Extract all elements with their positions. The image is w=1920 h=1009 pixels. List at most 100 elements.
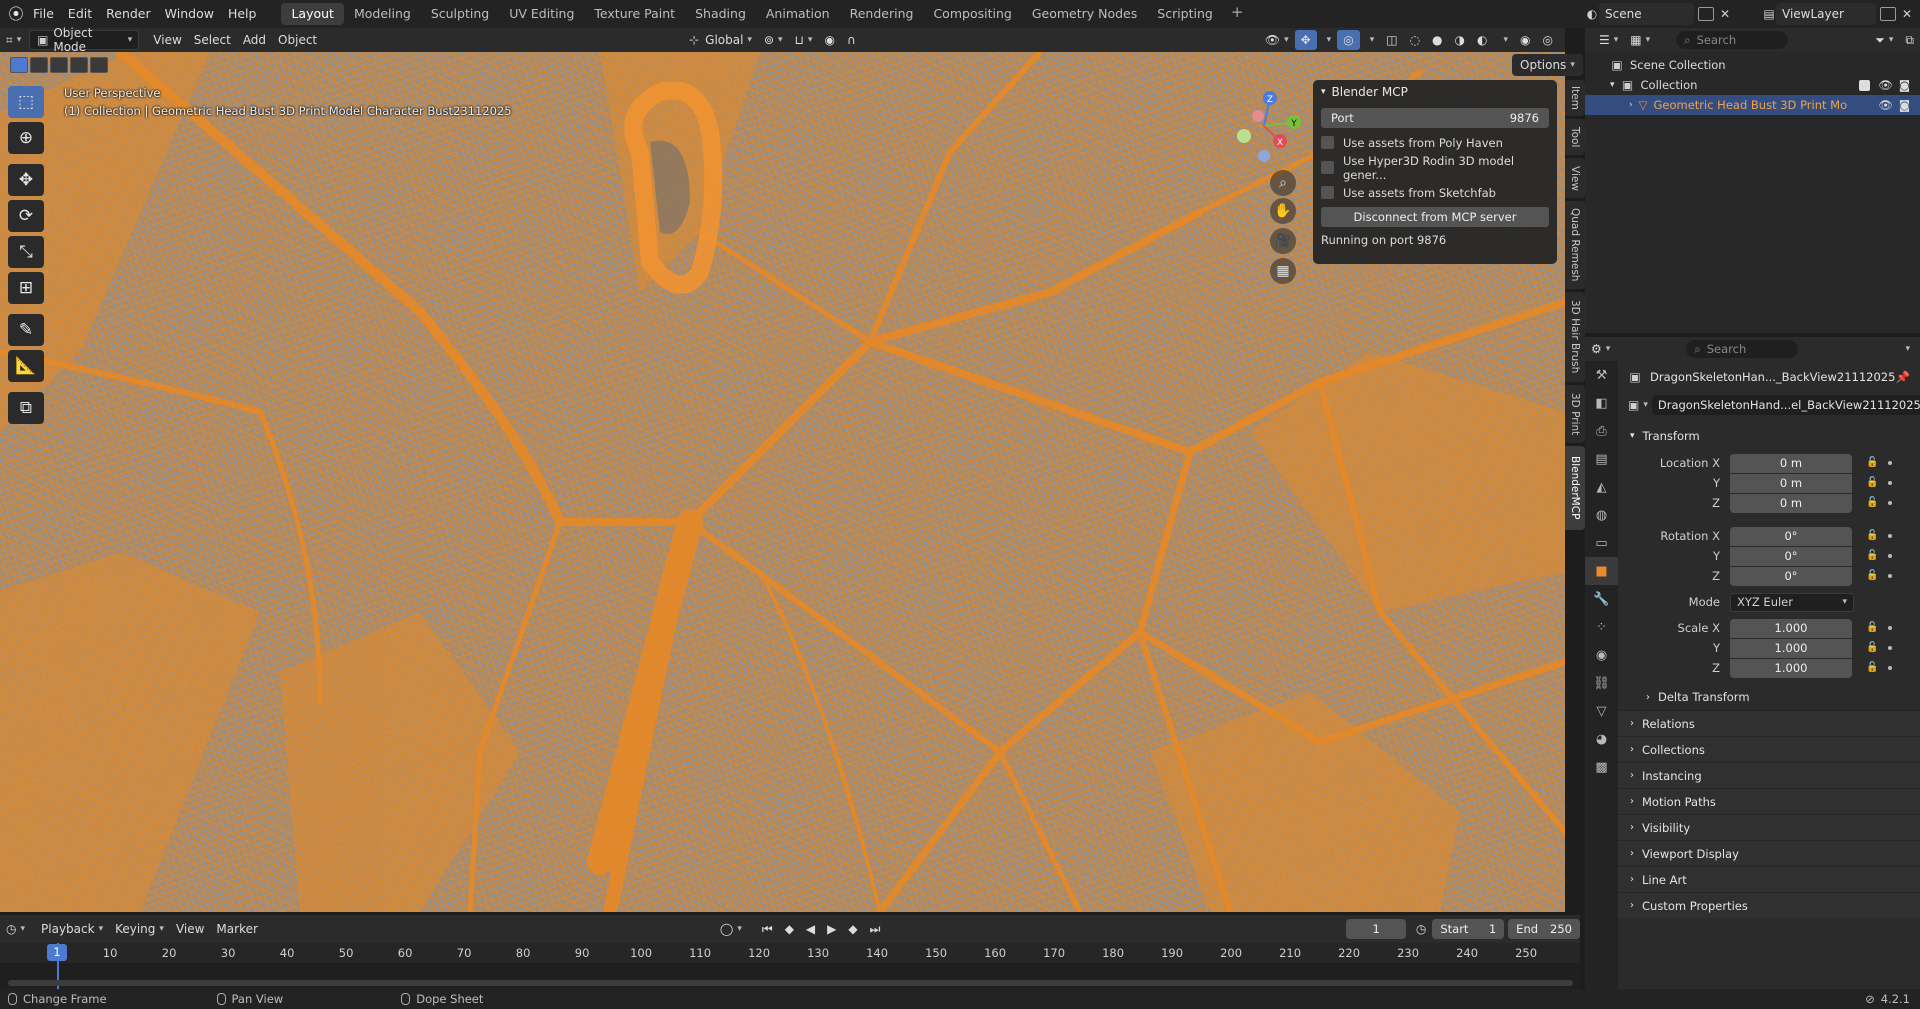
frame-tick-220[interactable]: 220: [1338, 946, 1360, 960]
play-icon[interactable]: ▶: [821, 919, 842, 939]
section-relations[interactable]: › Relations: [1618, 710, 1920, 736]
tab-geometry-nodes[interactable]: Geometry Nodes: [1022, 3, 1147, 25]
menu-view[interactable]: View: [147, 30, 187, 50]
object-tab-icon[interactable]: ■: [1585, 557, 1618, 585]
menu-select[interactable]: Select: [188, 30, 237, 50]
blender-logo-icon[interactable]: ⦿: [6, 4, 26, 24]
new-view-layer-icon[interactable]: [1880, 7, 1896, 21]
gizmo-neg-x-icon[interactable]: [1252, 110, 1264, 122]
frame-tick-160[interactable]: 160: [984, 946, 1006, 960]
outliner-collection[interactable]: ▾ ▣ Collection 👁 ◙: [1585, 75, 1920, 95]
frame-tick-250[interactable]: 250: [1515, 946, 1537, 960]
rotation-x-field[interactable]: 0°: [1730, 526, 1852, 546]
frame-tick-140[interactable]: 140: [866, 946, 888, 960]
add-workspace-icon[interactable]: +: [1223, 3, 1252, 25]
section-motion-paths[interactable]: › Motion Paths: [1618, 788, 1920, 814]
frame-tick-170[interactable]: 170: [1043, 946, 1065, 960]
tab-modeling[interactable]: Modeling: [344, 3, 421, 25]
outliner-search-input[interactable]: ⌕ Search: [1676, 31, 1789, 49]
frame-tick-90[interactable]: 90: [575, 946, 590, 960]
view-layer-field[interactable]: ViewLayer: [1776, 3, 1876, 25]
play-reverse-icon[interactable]: ◀: [800, 919, 821, 939]
zoom-icon[interactable]: ⌕: [1270, 170, 1296, 196]
physics-tab-icon[interactable]: ◉: [1585, 641, 1618, 669]
collection-tab-icon[interactable]: ▭: [1585, 529, 1618, 557]
render-region-icon[interactable]: ◎: [1537, 30, 1559, 50]
lock-icon[interactable]: 🔓: [1866, 477, 1878, 489]
rotation-z-field[interactable]: 0°: [1730, 566, 1852, 586]
tab-item[interactable]: Item: [1565, 80, 1585, 116]
keyframe-dot-icon[interactable]: [1888, 481, 1892, 485]
output-tab-icon[interactable]: ⎙: [1585, 417, 1618, 445]
keyframe-dot-icon[interactable]: [1888, 461, 1892, 465]
particles-tab-icon[interactable]: ⁘: [1585, 613, 1618, 641]
frame-tick-130[interactable]: 130: [807, 946, 829, 960]
menu-object[interactable]: Object: [272, 30, 323, 50]
new-scene-icon[interactable]: [1698, 7, 1714, 21]
disconnect-button[interactable]: Disconnect from MCP server: [1321, 207, 1549, 227]
lock-icon[interactable]: 🔓: [1866, 530, 1878, 542]
data-tab-icon[interactable]: ▽: [1585, 697, 1618, 725]
snap-icon[interactable]: ⊔ ▾: [789, 30, 819, 50]
tab-3d-print[interactable]: 3D Print: [1565, 385, 1585, 443]
frame-tick-200[interactable]: 200: [1220, 946, 1242, 960]
tab-tool[interactable]: Tool: [1565, 119, 1585, 155]
tab-sculpting[interactable]: Sculpting: [421, 3, 499, 25]
annotate-tool-icon[interactable]: ✎: [8, 314, 44, 346]
delete-scene-icon[interactable]: ✕: [1718, 7, 1732, 21]
pan-hand-icon[interactable]: ✋: [1270, 198, 1296, 224]
scale-z-field[interactable]: 1.000: [1730, 658, 1852, 678]
delta-transform-header[interactable]: › Delta Transform: [1618, 684, 1920, 710]
world-tab-icon[interactable]: ◍: [1585, 501, 1618, 529]
tab-blendermcp[interactable]: BlenderMCP: [1565, 446, 1585, 530]
frame-tick-120[interactable]: 120: [748, 946, 770, 960]
camera-restrict-icon[interactable]: ◙: [1899, 98, 1910, 112]
menu-add[interactable]: Add: [237, 30, 272, 50]
select-invert-icon[interactable]: [70, 57, 88, 73]
frame-tick-210[interactable]: 210: [1279, 946, 1301, 960]
tab-scripting[interactable]: Scripting: [1147, 3, 1223, 25]
frame-tick-20[interactable]: 20: [162, 946, 177, 960]
wireframe-shading-icon[interactable]: ◌: [1404, 30, 1426, 50]
section-custom-properties[interactable]: › Custom Properties: [1618, 892, 1920, 918]
options-dropdown[interactable]: Options ▾: [1512, 54, 1583, 76]
keyframe-dot-icon[interactable]: [1888, 534, 1892, 538]
frame-tick-10[interactable]: 10: [103, 946, 118, 960]
frame-tick-30[interactable]: 30: [221, 946, 236, 960]
display-mode-icon[interactable]: ▦ ▾: [1624, 30, 1656, 50]
tab-layout[interactable]: Layout: [281, 3, 344, 25]
current-frame-field[interactable]: 1: [1346, 919, 1406, 939]
rotation-mode-dropdown[interactable]: XYZ Euler ▾: [1730, 592, 1854, 612]
menu-render[interactable]: Render: [99, 0, 158, 28]
tab-texture-paint[interactable]: Texture Paint: [584, 3, 685, 25]
start-frame-field[interactable]: Start 1: [1432, 919, 1505, 939]
clock-icon[interactable]: ◷: [1410, 919, 1432, 939]
frame-tick-50[interactable]: 50: [339, 946, 354, 960]
location-y-field[interactable]: 0 m: [1730, 473, 1852, 493]
section-collections[interactable]: › Collections: [1618, 736, 1920, 762]
frame-tick-150[interactable]: 150: [925, 946, 947, 960]
visibility-eye-icon[interactable]: 👁: [1878, 78, 1893, 92]
modifier-tab-icon[interactable]: 🔧: [1585, 585, 1618, 613]
port-field[interactable]: Port 9876: [1321, 108, 1549, 128]
lock-icon[interactable]: 🔓: [1866, 550, 1878, 562]
chevron-down-icon[interactable]: ▾: [1905, 344, 1910, 354]
location-z-field[interactable]: 0 m: [1730, 493, 1852, 513]
timeline-scrollbar[interactable]: [8, 980, 1573, 986]
select-extend-icon[interactable]: [30, 57, 48, 73]
frame-tick-100[interactable]: 100: [630, 946, 652, 960]
outliner-object-row[interactable]: › ▽ Geometric Head Bust 3D Print Mo 👁 ◙: [1585, 95, 1920, 115]
menu-marker[interactable]: Marker: [210, 919, 263, 939]
filter-icon[interactable]: ⏷ ▾: [1869, 30, 1899, 50]
lock-icon[interactable]: 🔓: [1866, 622, 1878, 634]
rendered-shading-icon[interactable]: ◐: [1471, 30, 1493, 50]
keyframe-dot-icon[interactable]: [1888, 666, 1892, 670]
falloff-icon[interactable]: ∩: [841, 30, 862, 50]
tab-3d-hair-brush[interactable]: 3D Hair Brush: [1565, 292, 1585, 382]
lock-icon[interactable]: 🔓: [1866, 497, 1878, 509]
rotate-tool-icon[interactable]: ⟳: [8, 200, 44, 232]
gizmo-toggle-icon[interactable]: ✥: [1294, 30, 1317, 50]
lock-icon[interactable]: 🔓: [1866, 457, 1878, 469]
end-frame-field[interactable]: End 250: [1508, 919, 1580, 939]
menu-help[interactable]: Help: [221, 0, 264, 28]
